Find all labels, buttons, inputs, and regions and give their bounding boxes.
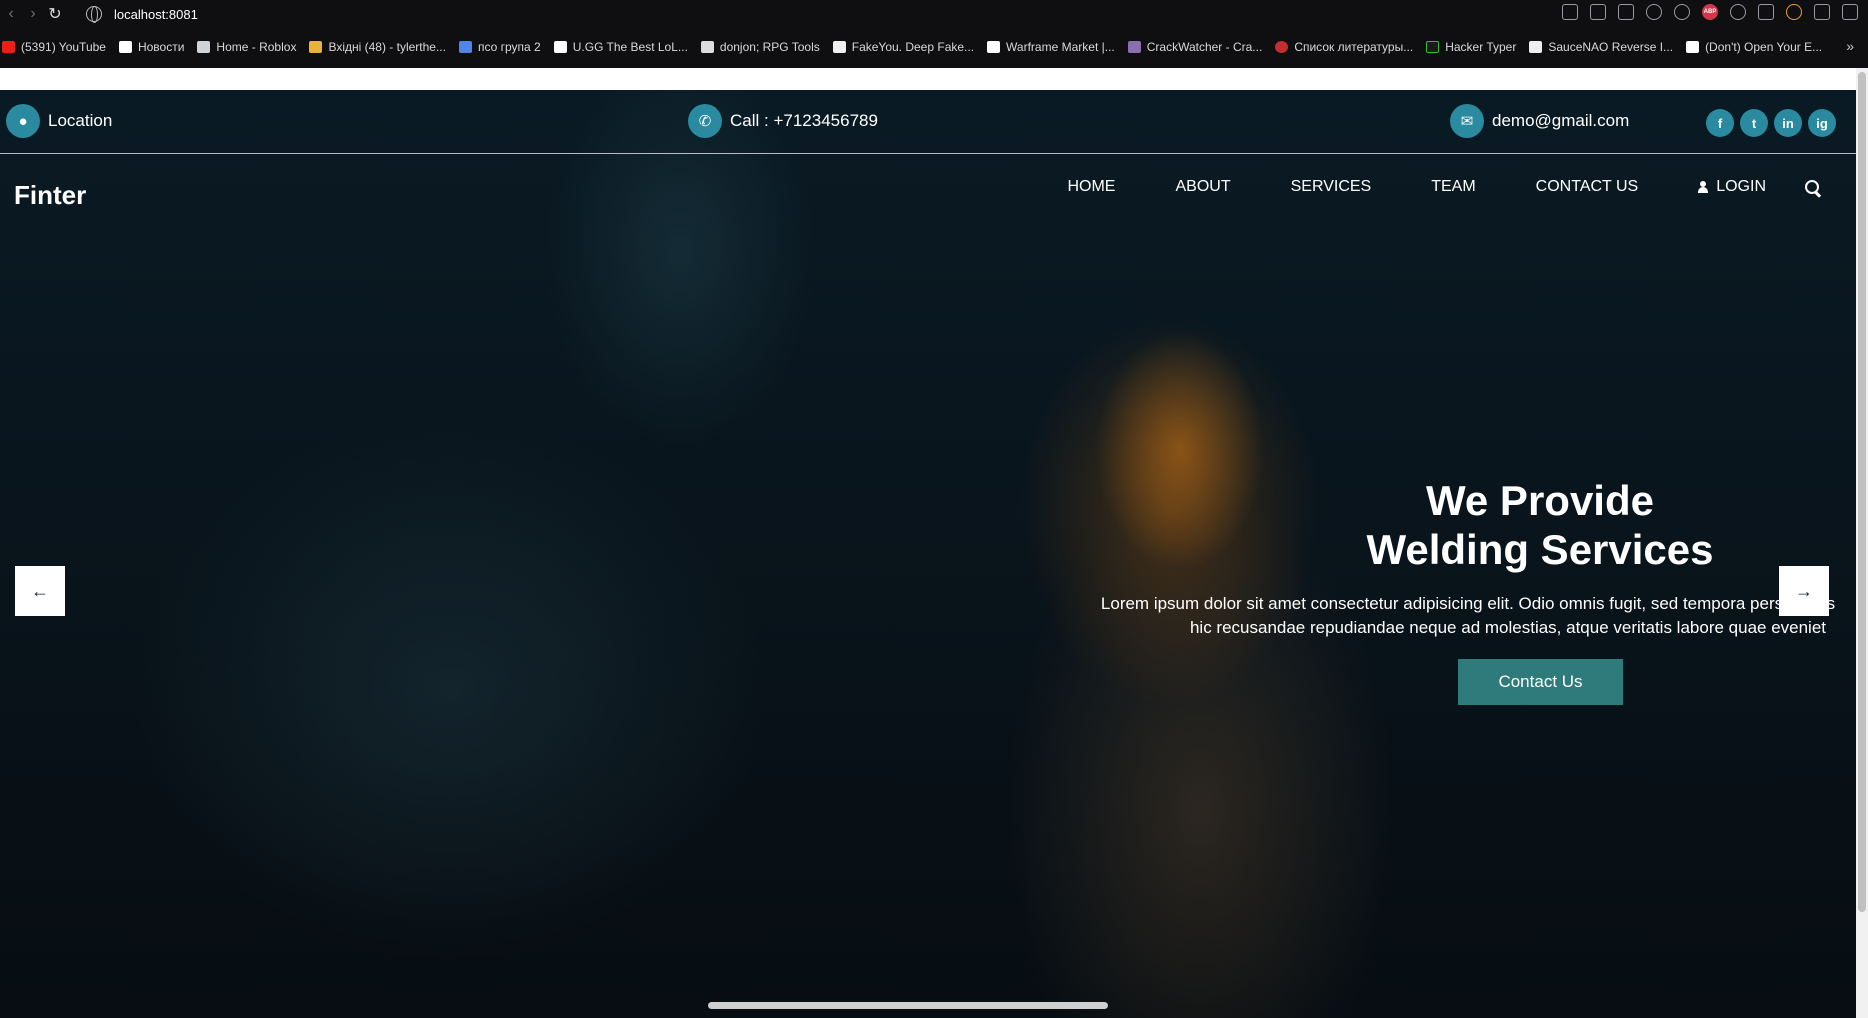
bookmark-item[interactable]: FakeYou. Deep Fake... bbox=[832, 40, 974, 54]
info-bar: ● Location ✆ Call : +7123456789 ✉ demo@g… bbox=[0, 90, 1856, 154]
page-viewport: ● Location ✆ Call : +7123456789 ✉ demo@g… bbox=[0, 68, 1856, 1018]
horizontal-scrollbar[interactable] bbox=[708, 1002, 1108, 1009]
youtube-icon bbox=[2, 41, 15, 53]
globe-ext-icon[interactable] bbox=[1730, 4, 1746, 20]
page-icon bbox=[987, 41, 1001, 53]
bookmark-item[interactable]: псо група 2 bbox=[458, 40, 541, 54]
page-icon bbox=[553, 41, 567, 53]
fakeyou-icon bbox=[832, 41, 846, 53]
play-icon[interactable] bbox=[1646, 4, 1662, 20]
list-icon bbox=[1275, 41, 1289, 53]
vk-icon bbox=[118, 41, 132, 53]
bookmark-item[interactable]: Новости bbox=[118, 40, 184, 54]
browser-chrome: ‹ › ↻ localhost:8081 ABP (5391) YouTube … bbox=[0, 0, 1868, 68]
main-nav: HOME ABOUT SERVICES TEAM CONTACT US LOGI… bbox=[1067, 178, 1766, 196]
saucenao-icon bbox=[1529, 41, 1543, 53]
email-link[interactable]: ✉ demo@gmail.com bbox=[1450, 104, 1629, 138]
nav-about[interactable]: ABOUT bbox=[1175, 178, 1230, 196]
bookmark-item[interactable]: CrackWatcher - Cra... bbox=[1127, 40, 1262, 54]
donjon-icon bbox=[700, 41, 714, 53]
share-icon[interactable] bbox=[1562, 4, 1578, 20]
download-icon[interactable] bbox=[1814, 4, 1830, 20]
scrollbar-thumb[interactable] bbox=[1858, 72, 1866, 912]
bookmark-item[interactable]: Hacker Typer bbox=[1426, 40, 1516, 54]
nav-contact-us[interactable]: CONTACT US bbox=[1536, 178, 1639, 196]
back-button[interactable]: ‹ bbox=[0, 3, 22, 25]
roblox-icon bbox=[197, 41, 211, 53]
nav-services[interactable]: SERVICES bbox=[1291, 178, 1372, 196]
hacker-typer-icon bbox=[1426, 41, 1440, 53]
bookmark-item[interactable]: Warframe Market |... bbox=[987, 40, 1115, 54]
cube-icon[interactable] bbox=[1758, 4, 1774, 20]
menu-icon[interactable] bbox=[1842, 4, 1858, 20]
map-pin-icon: ● bbox=[6, 104, 40, 138]
call-link[interactable]: ✆ Call : +7123456789 bbox=[688, 104, 878, 138]
calendar-icon bbox=[458, 41, 472, 53]
heart-icon[interactable] bbox=[1674, 4, 1690, 20]
address-bar[interactable]: localhost:8081 bbox=[114, 7, 198, 22]
phone-icon: ✆ bbox=[688, 104, 722, 138]
vertical-scrollbar[interactable] bbox=[1856, 68, 1868, 1018]
social-links: f t in ig bbox=[1706, 109, 1836, 137]
envelope-icon: ✉ bbox=[1450, 104, 1484, 138]
page-icon bbox=[1686, 41, 1700, 53]
hero-description: Lorem ipsum dolor sit amet consectetur a… bbox=[1100, 594, 1836, 637]
nav-team[interactable]: TEAM bbox=[1431, 178, 1475, 196]
nav-login[interactable]: LOGIN bbox=[1698, 178, 1766, 196]
slider-prev-button[interactable]: ← bbox=[15, 566, 65, 616]
bookmark-item[interactable]: SauceNAO Reverse I... bbox=[1529, 40, 1673, 54]
bookmark-item[interactable]: donjon; RPG Tools bbox=[700, 40, 820, 54]
bookmark-item[interactable]: Вхідні (48) - tylerthe... bbox=[309, 40, 446, 54]
search-icon[interactable] bbox=[1805, 180, 1821, 196]
site-logo[interactable]: Finter bbox=[14, 180, 86, 211]
location-link[interactable]: ● Location bbox=[6, 104, 112, 138]
crackwatcher-icon bbox=[1127, 41, 1141, 53]
extension-toolbar: ABP bbox=[1562, 4, 1858, 20]
profile-icon[interactable] bbox=[1786, 4, 1802, 20]
site-info-icon[interactable] bbox=[86, 6, 102, 23]
gmail-icon bbox=[309, 41, 323, 53]
bookmark-item[interactable]: U.GG The Best LoL... bbox=[553, 40, 688, 54]
user-icon bbox=[1698, 181, 1709, 193]
instagram-icon[interactable]: ig bbox=[1808, 109, 1836, 137]
twitter-icon[interactable]: t bbox=[1740, 109, 1768, 137]
hero-title: We Provide Welding Services bbox=[1366, 477, 1714, 573]
forward-button[interactable]: › bbox=[22, 3, 44, 25]
bookmarks-overflow-button[interactable]: » bbox=[1846, 38, 1854, 54]
nav-home[interactable]: HOME bbox=[1067, 178, 1115, 196]
contact-us-button[interactable]: Contact Us bbox=[1458, 659, 1623, 705]
facebook-icon[interactable]: f bbox=[1706, 109, 1734, 137]
bookmark-item[interactable]: Home - Roblox bbox=[197, 40, 296, 54]
camera-icon[interactable] bbox=[1590, 4, 1606, 20]
reload-button[interactable]: ↻ bbox=[44, 3, 66, 25]
page-top-strip bbox=[0, 68, 1856, 90]
adblock-icon[interactable]: ABP bbox=[1702, 4, 1718, 20]
bookmark-item[interactable]: Список литературы... bbox=[1275, 40, 1413, 54]
linkedin-icon[interactable]: in bbox=[1774, 109, 1802, 137]
bookmarks-bar: (5391) YouTube Новости Home - Roblox Вхі… bbox=[0, 34, 1868, 60]
address-row: ‹ › ↻ localhost:8081 ABP bbox=[0, 0, 1868, 28]
bookmark-item[interactable]: (Don't) Open Your E... bbox=[1686, 40, 1822, 54]
bookmark-item[interactable]: (5391) YouTube bbox=[2, 40, 106, 54]
close-box-icon[interactable] bbox=[1618, 4, 1634, 20]
